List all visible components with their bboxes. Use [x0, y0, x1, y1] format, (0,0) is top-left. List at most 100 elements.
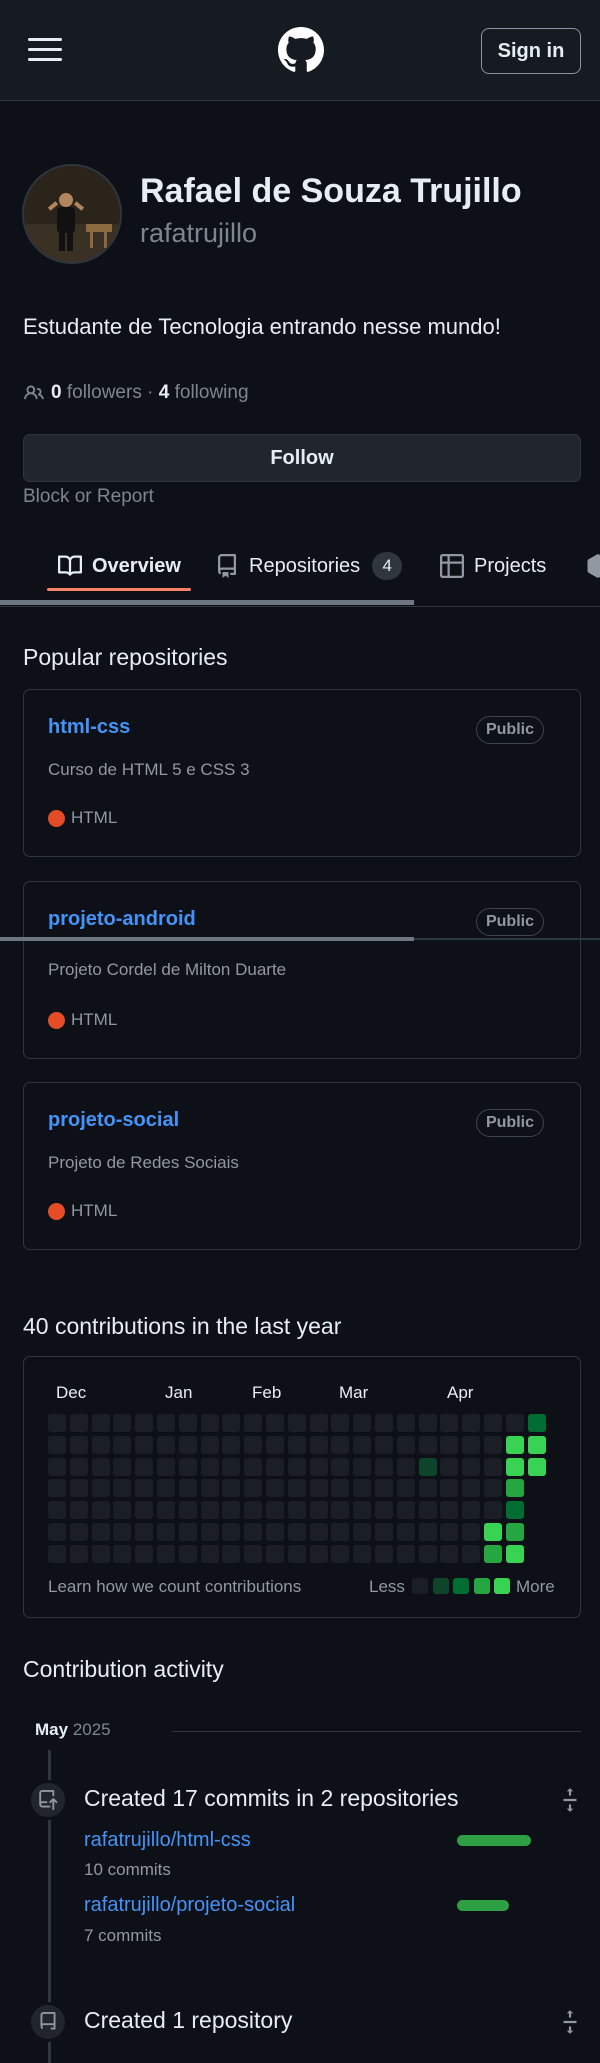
- contribution-day[interactable]: [48, 1457, 66, 1476]
- contribution-day[interactable]: [222, 1523, 241, 1541]
- contribution-day[interactable]: [440, 1501, 459, 1520]
- contribution-day[interactable]: [244, 1435, 263, 1454]
- contribution-day[interactable]: [157, 1501, 175, 1520]
- contribution-day[interactable]: [484, 1414, 502, 1432]
- contribution-day[interactable]: [69, 1544, 88, 1563]
- avatar[interactable]: [22, 164, 122, 264]
- contribution-day[interactable]: [331, 1544, 350, 1563]
- activity-commit-count[interactable]: 10 commits: [84, 1860, 171, 1880]
- contribution-day[interactable]: [266, 1544, 284, 1563]
- followers-count[interactable]: 0: [51, 382, 62, 404]
- contribution-day[interactable]: [287, 1544, 306, 1563]
- following-label[interactable]: following: [175, 382, 249, 404]
- contribution-day[interactable]: [440, 1457, 459, 1476]
- contribution-day[interactable]: [178, 1457, 197, 1476]
- contribution-day[interactable]: [375, 1414, 393, 1432]
- contribution-day[interactable]: [353, 1414, 372, 1432]
- contribution-day[interactable]: [157, 1544, 175, 1563]
- contribution-day[interactable]: [527, 1435, 546, 1454]
- contribution-day[interactable]: [222, 1501, 241, 1520]
- contribution-day[interactable]: [462, 1414, 481, 1432]
- contribution-day[interactable]: [69, 1414, 88, 1432]
- following-count[interactable]: 4: [159, 382, 170, 404]
- contribution-day[interactable]: [200, 1544, 219, 1563]
- contribution-day[interactable]: [113, 1457, 132, 1476]
- contribution-day[interactable]: [505, 1501, 524, 1520]
- contribution-day[interactable]: [200, 1414, 219, 1432]
- contribution-day[interactable]: [244, 1523, 263, 1541]
- contribution-day[interactable]: [244, 1457, 263, 1476]
- contribution-day[interactable]: [69, 1457, 88, 1476]
- contribution-day[interactable]: [484, 1544, 502, 1563]
- contribution-day[interactable]: [244, 1544, 263, 1563]
- contribution-day[interactable]: [462, 1523, 481, 1541]
- contribution-day[interactable]: [418, 1435, 437, 1454]
- contribution-day[interactable]: [331, 1501, 350, 1520]
- contribution-day[interactable]: [440, 1435, 459, 1454]
- contribution-day[interactable]: [353, 1435, 372, 1454]
- contribution-day[interactable]: [91, 1523, 110, 1541]
- contribution-day[interactable]: [91, 1479, 110, 1498]
- contribution-day[interactable]: [396, 1457, 415, 1476]
- contribution-day[interactable]: [287, 1435, 306, 1454]
- contribution-day[interactable]: [331, 1479, 350, 1498]
- contribution-day[interactable]: [157, 1435, 175, 1454]
- contribution-day[interactable]: [309, 1523, 328, 1541]
- contribution-day[interactable]: [287, 1523, 306, 1541]
- package-icon[interactable]: [586, 554, 600, 578]
- repo-link[interactable]: html-css: [48, 716, 130, 739]
- contribution-day[interactable]: [484, 1501, 502, 1520]
- contribution-day[interactable]: [135, 1501, 154, 1520]
- contribution-day[interactable]: [113, 1414, 132, 1432]
- contribution-day[interactable]: [331, 1457, 350, 1476]
- contribution-day[interactable]: [135, 1523, 154, 1541]
- contribution-day[interactable]: [375, 1479, 393, 1498]
- contribution-day[interactable]: [200, 1435, 219, 1454]
- contribution-day[interactable]: [418, 1501, 437, 1520]
- contribution-day[interactable]: [287, 1414, 306, 1432]
- contribution-day[interactable]: [331, 1435, 350, 1454]
- contribution-day[interactable]: [266, 1414, 284, 1432]
- block-or-report-link[interactable]: Block or Report: [23, 486, 154, 508]
- contribution-day[interactable]: [157, 1414, 175, 1432]
- contribution-day[interactable]: [331, 1414, 350, 1432]
- contribution-day[interactable]: [200, 1523, 219, 1541]
- contribution-day[interactable]: [396, 1501, 415, 1520]
- contribution-day[interactable]: [309, 1414, 328, 1432]
- activity-commit-count[interactable]: 7 commits: [84, 1926, 161, 1946]
- contribution-day[interactable]: [48, 1479, 66, 1498]
- contribution-day[interactable]: [113, 1501, 132, 1520]
- fold-icon[interactable]: [561, 2009, 579, 2035]
- contribution-day[interactable]: [440, 1523, 459, 1541]
- contribution-day[interactable]: [440, 1544, 459, 1563]
- contribution-day[interactable]: [527, 1414, 546, 1432]
- contribution-day[interactable]: [48, 1544, 66, 1563]
- contribution-day[interactable]: [287, 1479, 306, 1498]
- contribution-day[interactable]: [331, 1523, 350, 1541]
- activity-repo-link[interactable]: rafatrujillo/html-css: [84, 1829, 251, 1852]
- contribution-day[interactable]: [287, 1501, 306, 1520]
- contribution-day[interactable]: [375, 1457, 393, 1476]
- contribution-day[interactable]: [48, 1501, 66, 1520]
- contribution-day[interactable]: [69, 1479, 88, 1498]
- contribution-day[interactable]: [462, 1457, 481, 1476]
- contribution-day[interactable]: [178, 1435, 197, 1454]
- contribution-day[interactable]: [375, 1544, 393, 1563]
- contribution-day[interactable]: [69, 1435, 88, 1454]
- contribution-day[interactable]: [200, 1479, 219, 1498]
- contribution-day[interactable]: [178, 1414, 197, 1432]
- contribution-day[interactable]: [200, 1501, 219, 1520]
- contribution-day[interactable]: [157, 1457, 175, 1476]
- contribution-day[interactable]: [135, 1457, 154, 1476]
- contribution-day[interactable]: [505, 1523, 524, 1541]
- contribution-day[interactable]: [484, 1523, 502, 1541]
- contribution-day[interactable]: [309, 1544, 328, 1563]
- contribution-day[interactable]: [505, 1457, 524, 1476]
- contribution-day[interactable]: [135, 1414, 154, 1432]
- contribution-day[interactable]: [440, 1479, 459, 1498]
- contribution-day[interactable]: [418, 1414, 437, 1432]
- contribution-day[interactable]: [462, 1435, 481, 1454]
- tab-projects[interactable]: Projects: [440, 530, 546, 602]
- contribution-day[interactable]: [266, 1457, 284, 1476]
- contribution-day[interactable]: [91, 1435, 110, 1454]
